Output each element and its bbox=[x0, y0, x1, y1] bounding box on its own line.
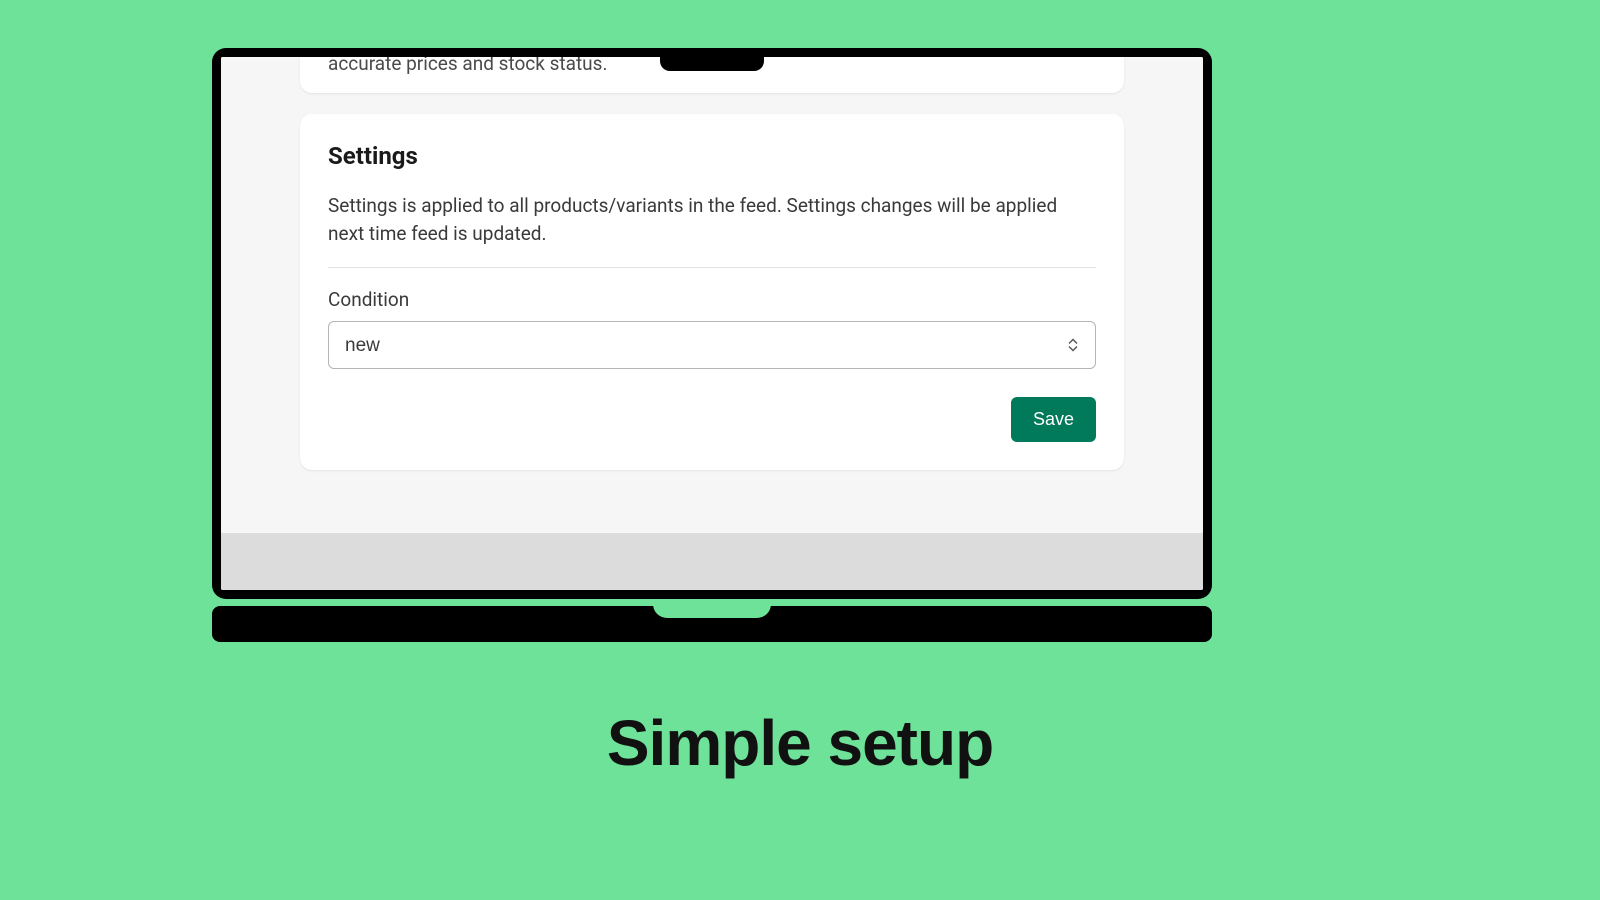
info-card-text: accurate prices and stock status. bbox=[328, 57, 607, 75]
laptop-base bbox=[212, 606, 1212, 642]
content-area: accurate prices and stock status. Settin… bbox=[221, 57, 1203, 590]
button-row: Save bbox=[328, 397, 1096, 442]
laptop-frame: accurate prices and stock status. Settin… bbox=[212, 48, 1212, 599]
save-button[interactable]: Save bbox=[1011, 397, 1096, 442]
laptop-screen: accurate prices and stock status. Settin… bbox=[221, 57, 1203, 590]
divider bbox=[328, 267, 1096, 268]
window-bottom-bar bbox=[221, 533, 1203, 590]
laptop-base-notch bbox=[653, 604, 771, 618]
settings-title: Settings bbox=[328, 142, 1096, 170]
laptop-notch bbox=[660, 48, 764, 71]
tagline: Simple setup bbox=[0, 706, 1600, 780]
settings-card: Settings Settings is applied to all prod… bbox=[300, 114, 1124, 470]
condition-label: Condition bbox=[328, 288, 1096, 311]
condition-select[interactable]: new bbox=[328, 321, 1096, 369]
condition-select-wrapper: new bbox=[328, 321, 1096, 369]
settings-description: Settings is applied to all products/vari… bbox=[328, 192, 1096, 247]
inner-content: accurate prices and stock status. Settin… bbox=[221, 57, 1203, 533]
